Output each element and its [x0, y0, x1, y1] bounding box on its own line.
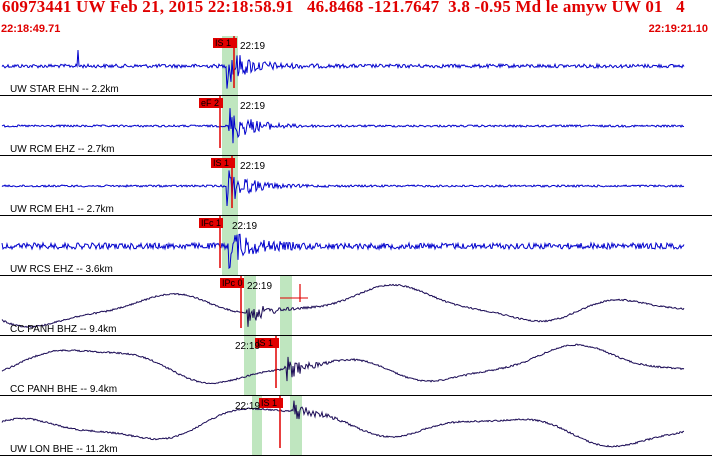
station-label: CC PANH BHZ -- 9.4km — [10, 324, 117, 335]
pick-window — [280, 336, 292, 395]
event-header: 60973441 UW Feb 21, 2015 22:18:58.91 46.… — [0, 0, 712, 36]
pick-label: IS 1 — [261, 398, 277, 408]
station-label: UW RCM EH1 -- 2.7km — [10, 204, 114, 215]
waveform-trace — [1, 108, 685, 144]
trace-panel[interactable]: IS 122:19 UW LON BHE -- 11.2km — [0, 396, 712, 456]
pick-label: IS 1 — [213, 158, 229, 168]
station-label: UW LON BHE -- 11.2km — [10, 444, 118, 455]
trace-panel[interactable]: IS 1 22:19 UW RCM EH1 -- 2.7km — [0, 156, 712, 216]
pick-label: eF 2 — [201, 98, 219, 108]
window-start-time: 22:18:49.71 — [1, 23, 61, 35]
trace-panel[interactable]: IS 1 22:19 UW STAR EHN -- 2.2km — [0, 36, 712, 96]
pick-window — [280, 276, 292, 335]
waveform-trace — [1, 49, 685, 89]
time-mark: 22:19 — [235, 401, 260, 412]
seismogram-panels[interactable]: IS 1 22:19UW STAR EHN -- 2.2kmeF 2 22:19UW… — [0, 36, 712, 458]
waveform-trace — [1, 170, 685, 207]
pick-label: IS 1 — [215, 38, 231, 48]
time-mark: 22:19 — [240, 101, 265, 112]
trace-panel[interactable]: IPc 0 22:19 CC PANH BHZ -- 9.4km — [0, 276, 712, 336]
station-label: UW RCM EHZ -- 2.7km — [10, 144, 114, 155]
time-mark: 22:19 — [232, 221, 257, 232]
window-end-time: 22:19:21.10 — [648, 23, 708, 35]
time-mark: 22:19 — [240, 161, 265, 172]
pick-window — [290, 396, 302, 455]
station-label: UW STAR EHN -- 2.2km — [10, 84, 119, 95]
station-label: UW RCS EHZ -- 3.6km — [10, 264, 113, 275]
event-title: 60973441 UW Feb 21, 2015 22:18:58.91 46.… — [2, 0, 685, 16]
trace-panel[interactable]: eF 2 22:19 UW RCM EHZ -- 2.7km — [0, 96, 712, 156]
pick-label: IFc 1 — [201, 218, 221, 228]
trace-panel[interactable]: IS 122:19CC PANH BHE -- 9.4km — [0, 336, 712, 396]
waveform-trace — [1, 400, 685, 448]
station-label: CC PANH BHE -- 9.4km — [10, 384, 117, 395]
pick-label: IPc 0 — [222, 278, 243, 288]
time-mark: 22:19 — [247, 281, 272, 292]
time-mark: 22:19 — [240, 41, 265, 52]
trace-panel[interactable]: IFc 1 22:19 UW RCS EHZ -- 3.6km — [0, 216, 712, 276]
waveform-trace — [1, 283, 685, 329]
waveform-trace — [1, 343, 685, 385]
pick-window — [222, 96, 238, 155]
time-mark: 22:19 — [235, 341, 260, 352]
